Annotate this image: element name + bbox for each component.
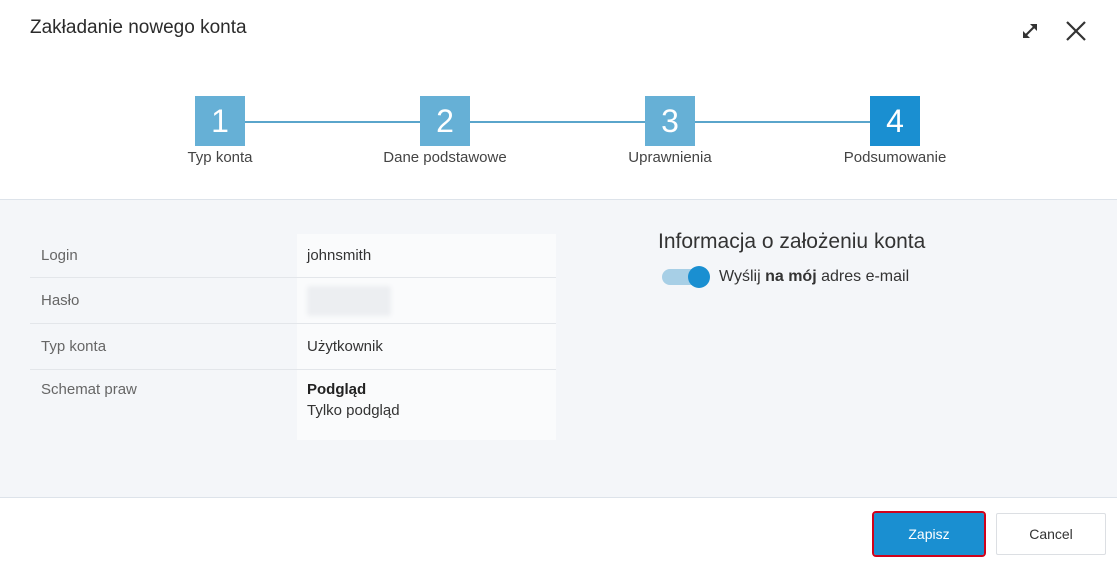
dialog-footer: Zapisz Cancel — [0, 498, 1117, 565]
toggle-knob — [688, 266, 710, 288]
masked-password — [307, 285, 391, 316]
step-label: Uprawnienia — [628, 149, 712, 166]
step-podsumowanie[interactable]: 4 Podsumowanie — [815, 96, 975, 166]
summary-row-password: Hasło — [30, 278, 556, 324]
expand-button[interactable] — [1017, 18, 1043, 44]
step-label: Podsumowanie — [843, 149, 947, 166]
dialog-title: Zakładanie nowego konta — [30, 17, 247, 38]
step-typ-konta[interactable]: 1 Typ konta — [140, 96, 300, 166]
close-icon — [1066, 21, 1086, 41]
expand-icon — [1023, 24, 1037, 38]
step-number: 4 — [870, 96, 920, 146]
summary-label: Hasło — [41, 292, 80, 309]
step-number: 3 — [645, 96, 695, 146]
summary-value: johnsmith — [297, 234, 556, 277]
summary-row-account-type: Typ konta Użytkownik — [30, 324, 556, 370]
summary-table: Login johnsmith Hasło Typ konta Użytkown… — [30, 234, 556, 440]
cancel-button[interactable]: Cancel — [996, 513, 1106, 555]
toggle-text-suffix: adres e-mail — [821, 268, 910, 285]
dialog-content: Login johnsmith Hasło Typ konta Użytkown… — [0, 200, 1117, 498]
email-toggle-row: Wyślij na mój adres e-mail — [658, 266, 1078, 288]
step-uprawnienia[interactable]: 3 Uprawnienia — [590, 96, 750, 166]
account-info-title: Informacja o założeniu konta — [658, 230, 926, 253]
summary-label: Typ konta — [41, 338, 107, 355]
summary-row-login: Login johnsmith — [30, 234, 556, 278]
rights-scheme-name: Podgląd — [307, 381, 367, 398]
stepper: 1 Typ konta 2 Dane podstawowe 3 Uprawnie… — [0, 96, 1117, 176]
close-button[interactable] — [1063, 18, 1089, 44]
summary-row-rights-scheme: Schemat praw Podgląd Tylko podgląd — [30, 370, 556, 440]
summary-value: Użytkownik — [297, 324, 556, 369]
toggle-text-bold: na mój — [765, 268, 817, 285]
account-info-panel: Informacja o założeniu konta Wyślij na m… — [658, 230, 1078, 288]
dialog-header: Zakładanie nowego konta 1 Typ konta 2 Da… — [0, 0, 1117, 200]
step-dane-podstawowe[interactable]: 2 Dane podstawowe — [365, 96, 525, 166]
step-number: 1 — [195, 96, 245, 146]
summary-value — [297, 278, 556, 323]
summary-value: Podgląd Tylko podgląd — [297, 370, 556, 440]
stepper-connector — [220, 121, 895, 123]
step-label: Dane podstawowe — [383, 149, 507, 166]
summary-label: Login — [41, 247, 78, 264]
toggle-text-prefix: Wyślij — [719, 268, 761, 285]
email-toggle[interactable] — [662, 266, 710, 288]
step-label: Typ konta — [187, 149, 253, 166]
rights-scheme-description: Tylko podgląd — [307, 402, 400, 419]
summary-label: Schemat praw — [41, 381, 137, 398]
step-number: 2 — [420, 96, 470, 146]
save-button[interactable]: Zapisz — [872, 511, 986, 557]
